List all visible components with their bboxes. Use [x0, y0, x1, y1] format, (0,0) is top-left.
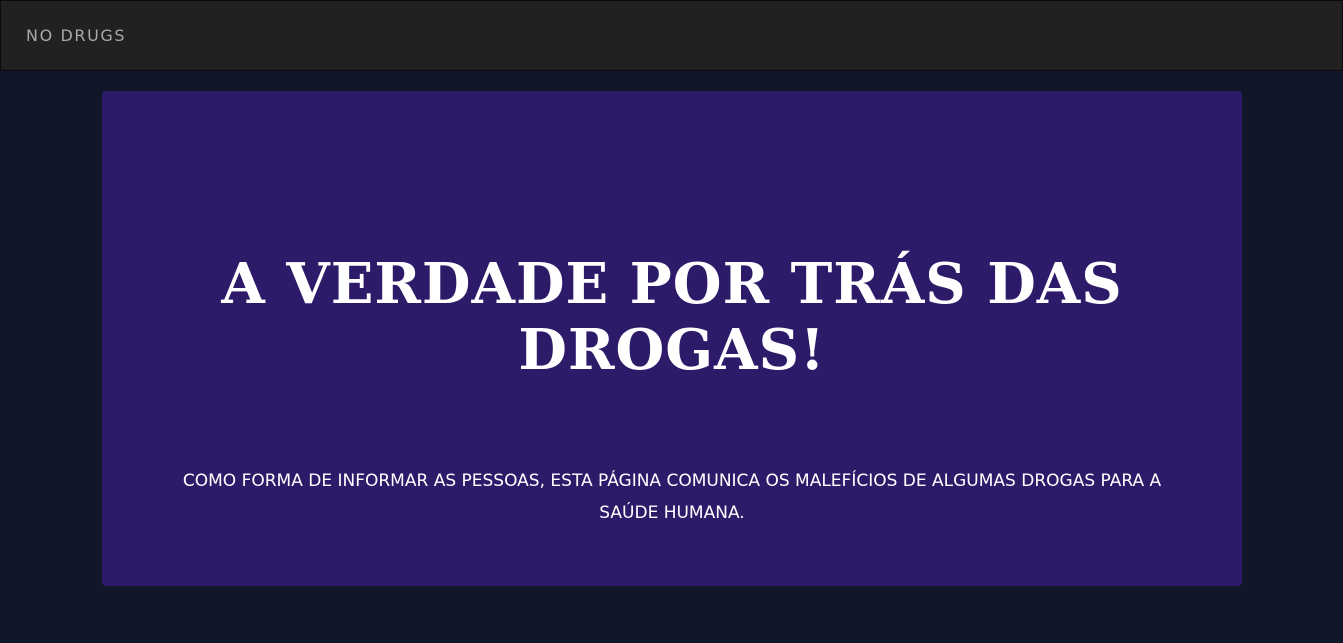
top-navbar: NO DRUGS: [0, 0, 1343, 71]
brand-link[interactable]: NO DRUGS: [26, 26, 126, 45]
hero-title: A VERDADE POR TRÁS DAS DROGAS!: [221, 251, 1123, 383]
hero-description: COMO FORMA DE INFORMAR AS PESSOAS, ESTA …: [182, 471, 1162, 523]
hero-banner: A VERDADE POR TRÁS DAS DROGAS! COMO FORM…: [102, 91, 1242, 586]
